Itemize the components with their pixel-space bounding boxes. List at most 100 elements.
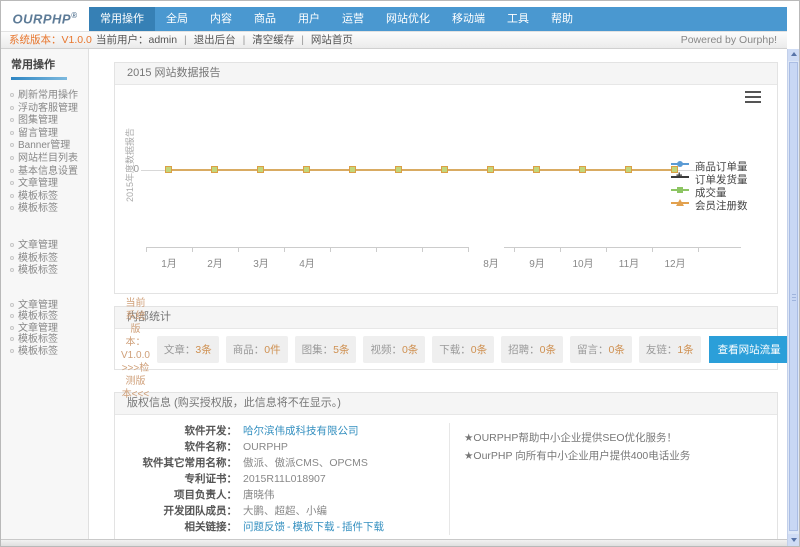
sidebar-item[interactable]: 模板标签 bbox=[10, 311, 88, 323]
separator: | bbox=[301, 34, 304, 46]
nav-item-products[interactable]: 商品 bbox=[243, 7, 287, 31]
legend-item-transactions[interactable]: 成交量 bbox=[671, 183, 748, 196]
copyright-body: 软件开发：哈尔滨伟成科技有限公司 软件名称：OURPHP 软件其它常用名称：傲派… bbox=[115, 415, 777, 543]
sidebar-item[interactable]: Banner管理 bbox=[10, 140, 88, 153]
sidebar-link[interactable]: 模板标签 bbox=[18, 265, 58, 276]
site-home-link[interactable]: 网站首页 bbox=[311, 34, 353, 46]
bullet-icon bbox=[10, 156, 14, 160]
nav-item-users[interactable]: 用户 bbox=[287, 7, 331, 31]
copyright-details: 软件开发：哈尔滨伟成科技有限公司 软件名称：OURPHP 软件其它常用名称：傲派… bbox=[115, 423, 449, 535]
scroll-down-arrow-icon[interactable] bbox=[788, 534, 799, 546]
nav-item-seo[interactable]: 网站优化 bbox=[375, 7, 441, 31]
sidebar-item[interactable]: 文章管理 bbox=[10, 300, 88, 312]
sidebar-item[interactable]: 模板标签 bbox=[10, 346, 88, 358]
legend-item-product-orders[interactable]: 商品订单量 bbox=[671, 157, 748, 170]
chart-data-point bbox=[579, 166, 586, 173]
sidebar-link[interactable]: 网站栏目列表 bbox=[18, 153, 78, 164]
chart-data-point bbox=[211, 166, 218, 173]
sidebar-link[interactable]: 模板标签 bbox=[18, 253, 58, 264]
row-software-name: 软件名称：OURPHP bbox=[115, 439, 449, 455]
thumb-grip bbox=[792, 297, 796, 298]
template-download-link[interactable]: 模板下载 bbox=[293, 521, 335, 533]
chart-data-point bbox=[257, 166, 264, 173]
scroll-up-arrow-icon[interactable] bbox=[788, 49, 799, 61]
sidebar-item[interactable]: 留言管理 bbox=[10, 128, 88, 141]
sidebar-link[interactable]: 文章管理 bbox=[18, 178, 58, 189]
sidebar-item[interactable]: 刷新常用操作 bbox=[10, 90, 88, 103]
bullet-icon bbox=[10, 106, 14, 110]
separator: - bbox=[337, 521, 341, 533]
row-patent-certificate: 专利证书：2015R11L018907 bbox=[115, 471, 449, 487]
separator: | bbox=[184, 34, 187, 46]
chart-menu-icon[interactable] bbox=[745, 91, 761, 106]
sidebar-item[interactable]: 模板标签 bbox=[10, 203, 88, 216]
logout-link[interactable]: 退出后台 bbox=[194, 34, 236, 46]
app-logo: OURPHP® bbox=[1, 1, 89, 31]
sidebar-link[interactable]: 基本信息设置 bbox=[18, 166, 78, 177]
sidebar-link[interactable]: 模板标签 bbox=[18, 191, 58, 202]
sidebar-link[interactable]: 刷新常用操作 bbox=[18, 90, 78, 101]
legend-item-order-shipments[interactable]: +订单发货量 bbox=[671, 170, 748, 183]
sidebar-item[interactable]: 基本信息设置 bbox=[10, 166, 88, 179]
bullet-icon bbox=[10, 169, 14, 173]
x-axis-tick bbox=[146, 247, 147, 252]
x-axis-tick-label: 1月 bbox=[155, 255, 183, 270]
sidebar-link[interactable]: 模板标签 bbox=[18, 311, 58, 322]
developer-company-link[interactable]: 哈尔滨伟成科技有限公司 bbox=[243, 425, 359, 437]
sidebar-item[interactable]: 浮动客服管理 bbox=[10, 103, 88, 116]
nav-item-global[interactable]: 全局 bbox=[155, 7, 199, 31]
chart-data-point bbox=[533, 166, 540, 173]
user-bar: 系统版本：V1.0.0 当前用户：admin | 退出后台 | 清空缓存 | 网… bbox=[1, 31, 787, 49]
sidebar-item[interactable]: 模板标签 bbox=[10, 191, 88, 204]
bullet-icon bbox=[10, 143, 14, 147]
sidebar-item[interactable]: 图集管理 bbox=[10, 115, 88, 128]
powered-by-label: Powered by Ourphp! bbox=[681, 32, 777, 48]
sidebar-item[interactable]: 文章管理 bbox=[10, 178, 88, 191]
legend-item-member-registrations[interactable]: 会员注册数 bbox=[671, 196, 748, 209]
clear-cache-link[interactable]: 清空缓存 bbox=[252, 34, 294, 46]
sidebar-item[interactable]: 网站栏目列表 bbox=[10, 153, 88, 166]
sidebar-link[interactable]: 模板标签 bbox=[18, 346, 58, 357]
sidebar-link[interactable]: 文章管理 bbox=[18, 240, 58, 251]
nav-item-help[interactable]: 帮助 bbox=[540, 7, 584, 31]
note-400-phone-service: ★OurPHP 向所有中小企业用户提供400电话业务 bbox=[464, 447, 777, 465]
nav-item-operations[interactable]: 运营 bbox=[331, 7, 375, 31]
sidebar-item[interactable]: 文章管理 bbox=[10, 240, 88, 253]
current-user-label: 当前用户：admin bbox=[96, 34, 177, 46]
sidebar-item[interactable]: 文章管理 bbox=[10, 323, 88, 335]
feedback-link[interactable]: 问题反馈 bbox=[243, 521, 285, 533]
chart-data-point bbox=[441, 166, 448, 173]
x-axis-tick bbox=[238, 247, 239, 252]
legend-square-icon bbox=[677, 187, 683, 193]
vertical-scrollbar[interactable] bbox=[787, 49, 799, 546]
sidebar-link[interactable]: 浮动客服管理 bbox=[18, 103, 78, 114]
sidebar-link[interactable]: 模板标签 bbox=[18, 334, 58, 345]
bullet-icon bbox=[10, 268, 14, 272]
sidebar-item[interactable]: 模板标签 bbox=[10, 265, 88, 278]
nav-item-tools[interactable]: 工具 bbox=[496, 7, 540, 31]
nav-item-mobile[interactable]: 移动端 bbox=[441, 7, 496, 31]
sidebar-link[interactable]: 文章管理 bbox=[18, 300, 58, 311]
nav-item-common-ops[interactable]: 常用操作 bbox=[89, 7, 155, 31]
sidebar-item[interactable]: 模板标签 bbox=[10, 253, 88, 266]
chart-data-point bbox=[165, 166, 172, 173]
note-seo-service: ★OURPHP帮助中小企业提供SEO优化服务！ bbox=[464, 429, 777, 447]
bullet-icon bbox=[10, 181, 14, 185]
main-nav: 常用操作 全局 内容 商品 用户 运营 网站优化 移动端 工具 帮助 bbox=[89, 7, 787, 31]
sidebar-link[interactable]: 模板标签 bbox=[18, 203, 58, 214]
copyright-panel-title: 版权信息 (购买授权版，此信息将不在显示。) bbox=[115, 393, 777, 415]
plugin-download-link[interactable]: 插件下载 bbox=[342, 521, 384, 533]
sidebar-item[interactable]: 模板标签 bbox=[10, 334, 88, 346]
stat-downloads: 下载：0条 bbox=[432, 336, 494, 363]
sidebar-link[interactable]: 留言管理 bbox=[18, 128, 58, 139]
sidebar-link[interactable]: 文章管理 bbox=[18, 323, 58, 334]
scrollbar-thumb[interactable] bbox=[789, 62, 798, 531]
view-site-traffic-button[interactable]: 查看网站流量 bbox=[709, 336, 790, 363]
sidebar-link[interactable]: Banner管理 bbox=[18, 140, 70, 151]
sidebar-link[interactable]: 图集管理 bbox=[18, 115, 58, 126]
bullet-icon bbox=[10, 326, 14, 330]
bullet-icon bbox=[10, 93, 14, 97]
nav-item-content[interactable]: 内容 bbox=[199, 7, 243, 31]
bullet-icon bbox=[10, 314, 14, 318]
stat-galleries: 图集：5条 bbox=[295, 336, 357, 363]
